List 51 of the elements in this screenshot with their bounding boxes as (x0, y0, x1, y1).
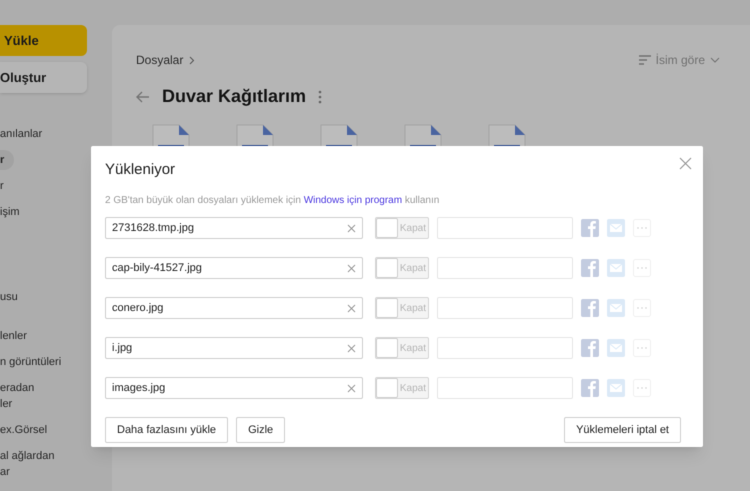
sidebar-item[interactable]: n görüntüleri (0, 352, 72, 372)
sidebar-item[interactable]: r (0, 176, 14, 196)
dialog-button[interactable]: Gizle (236, 417, 286, 443)
clear-icon[interactable] (347, 304, 356, 312)
share-link-field[interactable] (437, 377, 573, 399)
mail-icon[interactable] (607, 299, 625, 317)
sort-icon (638, 55, 651, 65)
mail-icon[interactable] (607, 219, 625, 237)
facebook-icon[interactable] (581, 339, 599, 357)
windows-program-link[interactable]: Windows için program (304, 195, 402, 206)
facebook-icon[interactable] (581, 379, 599, 397)
file-name-field[interactable]: cap-bily-41527.jpg (105, 257, 363, 279)
sidebar-item[interactable]: lenler (0, 326, 37, 346)
dialog-button[interactable]: Daha fazlasını yükle (105, 417, 228, 443)
clear-icon[interactable] (347, 344, 356, 352)
clear-icon[interactable] (347, 264, 356, 272)
breadcrumb-link[interactable]: Dosyalar (136, 51, 184, 69)
facebook-icon[interactable] (581, 259, 599, 277)
sidebar-item[interactable]: r (0, 150, 14, 170)
share-link-field[interactable] (437, 217, 573, 239)
close-icon[interactable] (679, 157, 692, 170)
share-link-field[interactable] (437, 257, 573, 279)
back-arrow-icon[interactable] (136, 90, 150, 102)
dialog-title: Yükleniyor (105, 160, 176, 180)
sidebar-item[interactable]: işim (0, 202, 30, 222)
more-icon[interactable] (318, 90, 322, 104)
sidebar-item[interactable]: al ağlardan ar (0, 446, 64, 482)
mail-icon[interactable] (607, 339, 625, 357)
clear-icon[interactable] (347, 384, 356, 392)
sidebar-item[interactable]: anılanlar (0, 124, 52, 144)
sidebar-item[interactable]: ex.Görsel (0, 420, 58, 440)
file-name-field[interactable]: images.jpg (105, 377, 363, 399)
share-link-field[interactable] (437, 337, 573, 359)
file-name-field[interactable]: conero.jpg (105, 297, 363, 319)
chevron-down-icon (710, 57, 720, 63)
clear-icon[interactable] (347, 224, 356, 232)
cancel-uploads-button[interactable]: Yüklemeleri iptal et (564, 417, 681, 443)
file-name-field[interactable]: i.jpg (105, 337, 363, 359)
folder-title: Duvar Kağıtlarım (162, 85, 306, 108)
sidebar-item[interactable]: eradan ler (0, 378, 44, 414)
chevron-right-icon (189, 56, 196, 64)
mail-icon[interactable] (607, 379, 625, 397)
hint-text: 2 GB'tan büyük olan dosyaları yüklemek için Windows için program kullanın (105, 194, 440, 208)
file-name-field[interactable]: 2731628.tmp.jpg (105, 217, 363, 239)
mail-icon[interactable] (607, 259, 625, 277)
facebook-icon[interactable] (581, 299, 599, 317)
sidebar-item[interactable]: usu (0, 287, 28, 307)
create-button[interactable]: Oluştur (0, 62, 87, 93)
facebook-icon[interactable] (581, 219, 599, 237)
upload-button[interactable]: Yükle (0, 25, 87, 56)
share-link-field[interactable] (437, 297, 573, 319)
